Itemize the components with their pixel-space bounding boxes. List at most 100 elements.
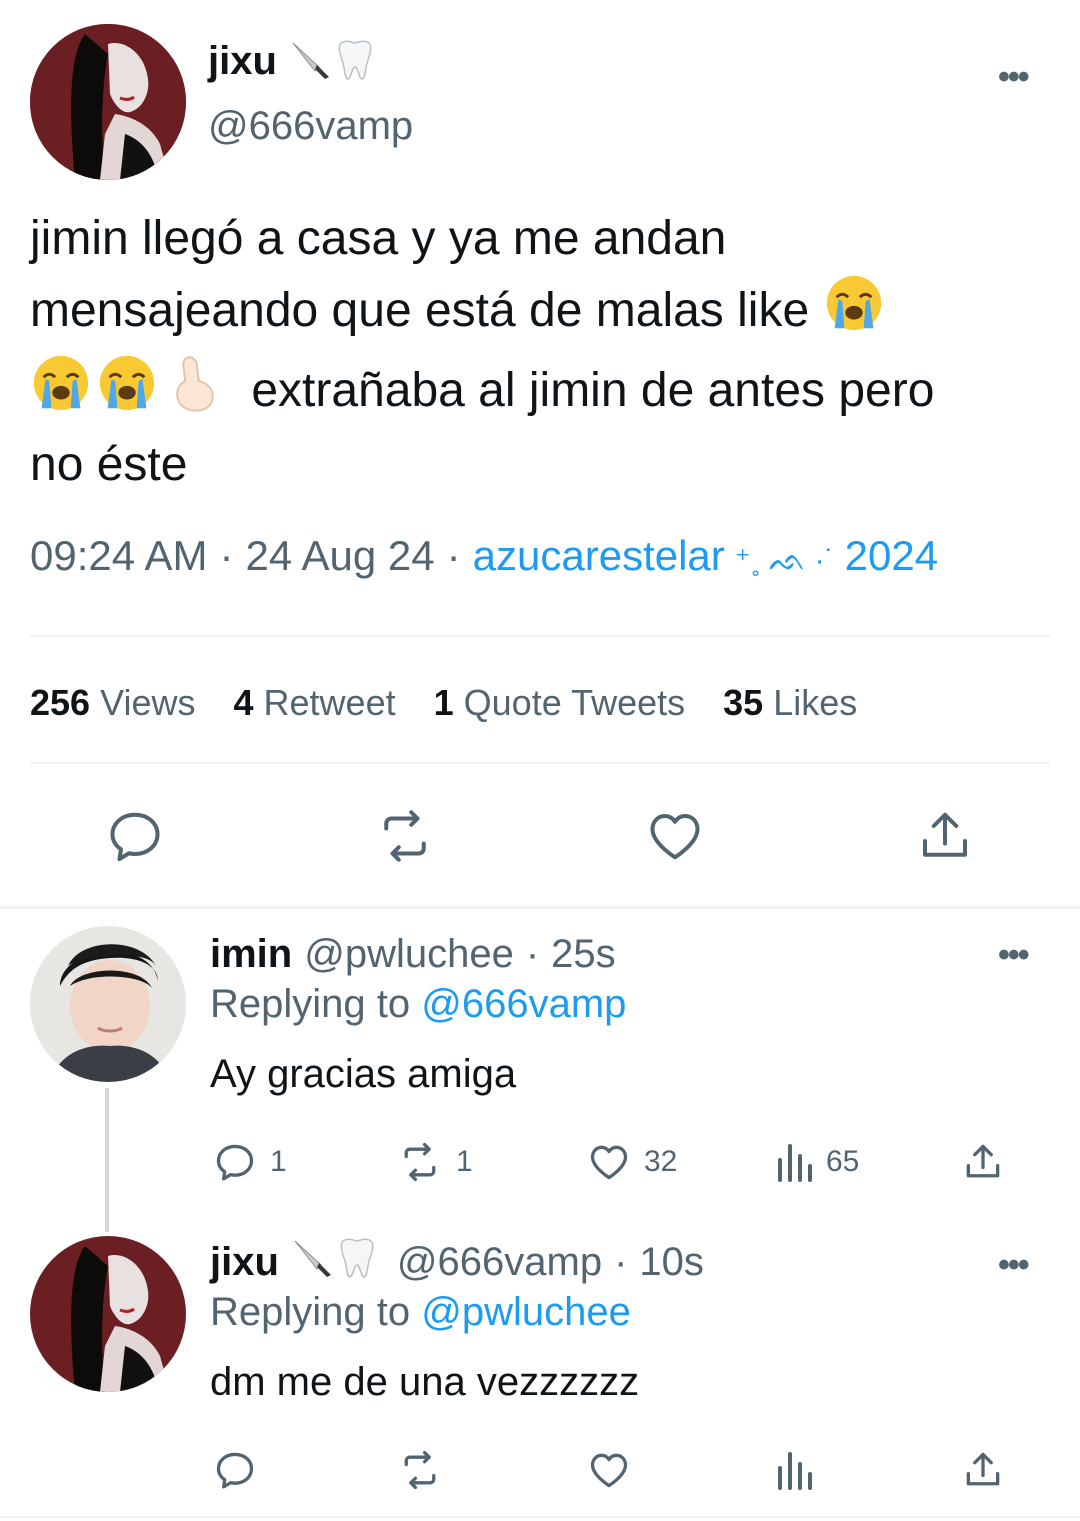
stat-views-count: 256 bbox=[30, 682, 91, 723]
replying-to-handle[interactable]: @pwluchee bbox=[421, 1290, 631, 1334]
reply-1-more-options-icon[interactable]: ••• bbox=[998, 938, 1030, 972]
reply-1-retweet-count: 1 bbox=[456, 1145, 473, 1178]
reply-2-views-button[interactable] bbox=[774, 1448, 814, 1492]
reply-2-replying-to: Replying to @pwluchee bbox=[210, 1290, 631, 1335]
share-icon bbox=[966, 1452, 1000, 1486]
tweet-text-line-1: jimin llegó a casa y ya me andan bbox=[30, 212, 727, 265]
tweet-text: jimin llegó a casa y ya me andan mensaje… bbox=[30, 206, 1060, 498]
stat-quote-tweets[interactable]: 1 Quote Tweets bbox=[434, 682, 686, 724]
heart-icon bbox=[590, 1453, 628, 1488]
reply-1-like-count: 32 bbox=[644, 1145, 678, 1178]
divider bbox=[30, 762, 1050, 764]
reply-2-share-button[interactable] bbox=[960, 1448, 1006, 1492]
reply-1-views-button[interactable]: 65 bbox=[774, 1140, 859, 1184]
reply-1-retweet-button[interactable]: 1 bbox=[396, 1140, 473, 1184]
reply-2-retweet-button[interactable] bbox=[396, 1448, 444, 1492]
tooth-icon bbox=[337, 1235, 377, 1289]
reply-2-reply-button[interactable] bbox=[212, 1448, 258, 1492]
share-button[interactable] bbox=[914, 806, 976, 866]
heart-icon bbox=[590, 1145, 628, 1180]
like-button[interactable] bbox=[644, 806, 706, 866]
meta-separator: · bbox=[446, 532, 461, 579]
reply-1-replying-to: Replying to @666vamp bbox=[210, 982, 626, 1027]
stat-retweets-label: Retweet bbox=[263, 682, 396, 723]
retweet-icon bbox=[404, 1450, 436, 1490]
meta-separator: · bbox=[219, 532, 234, 579]
stat-likes-label: Likes bbox=[773, 682, 858, 723]
reply-1-handle[interactable]: @pwluchee bbox=[304, 932, 514, 977]
tweet-time[interactable]: 09:24 AM bbox=[30, 532, 207, 580]
tooth-icon bbox=[335, 37, 375, 86]
retweet-icon bbox=[404, 1142, 436, 1182]
loudly-crying-emoji-icon bbox=[823, 272, 885, 352]
retweet-icon bbox=[384, 810, 426, 862]
reply-icon bbox=[110, 812, 160, 861]
reply-icon bbox=[216, 1452, 254, 1489]
reply-icon bbox=[216, 1144, 254, 1181]
tweet-source-link[interactable]: azucarestelar ⁺˳ ᨒ ·˙ 2024 bbox=[473, 532, 938, 580]
replying-to-handle[interactable]: @666vamp bbox=[421, 982, 626, 1026]
reply-2-header: jixu @666vamp · 10s bbox=[210, 1236, 704, 1288]
reply-2-like-button[interactable] bbox=[586, 1448, 632, 1492]
reply-2-time[interactable]: 10s bbox=[639, 1240, 704, 1285]
more-options-icon[interactable]: ••• bbox=[998, 60, 1030, 94]
loudly-crying-emoji-icon bbox=[30, 352, 92, 432]
tweet-stats-row: 256 Views 4 Retweet 1 Quote Tweets 35 Li… bbox=[30, 680, 857, 726]
tweet-text-line-3: extrañaba al jimin de antes pero bbox=[30, 352, 1060, 432]
pinched-fingers-emoji-icon bbox=[162, 352, 224, 432]
bottom-divider bbox=[0, 1516, 1080, 1518]
stat-retweets-count: 4 bbox=[233, 682, 254, 723]
author-handle[interactable]: @666vamp bbox=[208, 104, 413, 149]
stat-quotes-label: Quote Tweets bbox=[463, 682, 686, 723]
author-name-row: jixu bbox=[208, 36, 375, 86]
reply-1-like-button[interactable]: 32 bbox=[586, 1140, 677, 1184]
author-display-name[interactable]: jixu bbox=[208, 39, 277, 84]
tweet-date[interactable]: 24 Aug 24 bbox=[245, 532, 434, 580]
reply-1-text: Ay gracias amiga bbox=[210, 1052, 517, 1096]
thread-line bbox=[105, 1088, 109, 1232]
reply-1-header: imin @pwluchee · 25s bbox=[210, 928, 616, 980]
tweet-source-deco: ⁺˳ ᨒ ·˙ bbox=[734, 544, 835, 577]
stat-quotes-count: 1 bbox=[433, 682, 454, 723]
loudly-crying-emoji-icon bbox=[96, 352, 158, 432]
reply-1-display-name[interactable]: imin bbox=[210, 932, 292, 977]
stat-retweets[interactable]: 4 Retweet bbox=[233, 682, 395, 724]
reply-avatar[interactable] bbox=[30, 1236, 186, 1392]
reply-2-separator: · bbox=[614, 1239, 628, 1284]
reply-1-share-button[interactable] bbox=[960, 1140, 1006, 1184]
tweet-text-line-2: mensajeando que está de malas like bbox=[30, 272, 1060, 352]
knife-icon bbox=[289, 37, 333, 86]
section-divider bbox=[0, 906, 1080, 909]
share-icon bbox=[966, 1144, 1000, 1178]
divider bbox=[30, 635, 1050, 637]
reply-2-display-name[interactable]: jixu bbox=[210, 1240, 279, 1285]
knife-icon bbox=[291, 1235, 335, 1289]
reply-1-time[interactable]: 25s bbox=[551, 932, 616, 977]
reply-button[interactable] bbox=[104, 806, 166, 866]
tweet-text-line-4: no éste bbox=[30, 438, 188, 491]
reply-avatar[interactable] bbox=[30, 926, 186, 1082]
reply-2-more-options-icon[interactable]: ••• bbox=[998, 1248, 1030, 1282]
heart-icon bbox=[650, 814, 700, 860]
reply-1-views-count: 65 bbox=[826, 1145, 860, 1178]
reply-2-handle[interactable]: @666vamp bbox=[397, 1240, 602, 1285]
replying-to-label: Replying to bbox=[210, 982, 411, 1026]
share-icon bbox=[923, 812, 967, 857]
tweet-source-name: azucarestelar bbox=[472, 532, 725, 579]
author-avatar[interactable] bbox=[30, 24, 186, 180]
tweet-text-line-2-text: mensajeando que está de malas like bbox=[30, 284, 810, 337]
tweet-source-year: 2024 bbox=[844, 532, 939, 579]
reply-2-text: dm me de una vezzzzzz bbox=[210, 1360, 640, 1404]
reply-1-reply-count: 1 bbox=[270, 1145, 287, 1178]
stat-views[interactable]: 256 Views bbox=[30, 682, 195, 724]
stat-views-label: Views bbox=[100, 682, 196, 723]
retweet-button[interactable] bbox=[372, 806, 438, 866]
tweet-meta-row: 09:24 AM · 24 Aug 24 · azucarestelar ⁺˳ ᨒ… bbox=[30, 528, 938, 584]
stat-likes-count: 35 bbox=[723, 682, 764, 723]
reply-1-separator: · bbox=[525, 931, 540, 976]
stat-likes[interactable]: 35 Likes bbox=[723, 682, 857, 724]
replying-to-label: Replying to bbox=[210, 1290, 411, 1334]
tweet-text-line-3-text: extrañaba al jimin de antes pero bbox=[251, 364, 935, 417]
views-chart-icon bbox=[778, 1144, 812, 1182]
reply-1-reply-button[interactable]: 1 bbox=[212, 1140, 287, 1184]
